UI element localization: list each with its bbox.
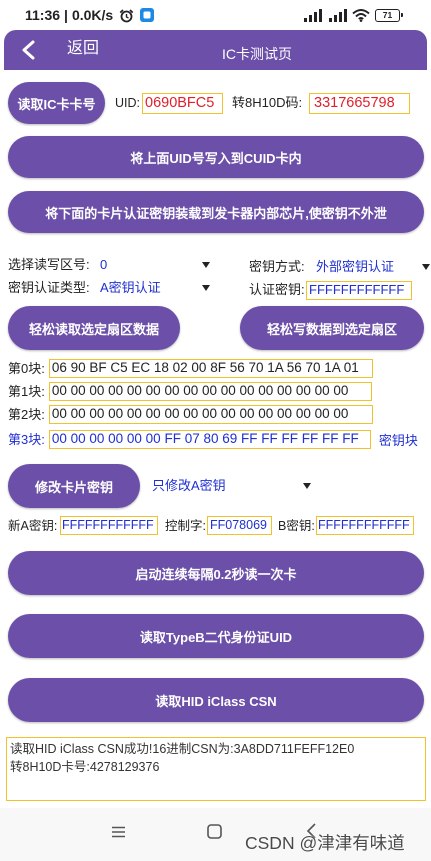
- page-title: IC卡测试页: [222, 46, 292, 62]
- status-right: 71: [302, 8, 403, 22]
- new-a-key-label: 新A密钥:: [8, 519, 58, 533]
- chevron-left-icon: [22, 40, 35, 60]
- key-change-mode-spinner[interactable]: 只修改A密钥: [150, 476, 315, 496]
- key-mode-label: 密钥方式:: [249, 259, 305, 274]
- back-label: 返回: [67, 40, 100, 57]
- sector-spinner[interactable]: 0: [98, 255, 213, 275]
- dropdown-arrow-icon: [202, 285, 210, 291]
- auth-key-label: 认证密钥:: [249, 282, 305, 297]
- key-block-note: 密钥块: [378, 433, 418, 448]
- write-cuid-button[interactable]: 将上面UID号写入到CUID卡内: [8, 136, 424, 178]
- sector-label: 选择读写区号:: [8, 257, 90, 272]
- block-label: 第1块:: [8, 383, 45, 399]
- b-key-label: B密钥:: [278, 519, 315, 533]
- h10d-field[interactable]: 3317665798: [309, 93, 410, 114]
- control-word-field[interactable]: FF078069: [207, 516, 272, 535]
- block-data-field[interactable]: 00 00 00 00 00 00 00 00 00 00 00 00 00 0…: [48, 382, 372, 401]
- dropdown-arrow-icon: [202, 262, 210, 268]
- signal-icon: [304, 8, 322, 22]
- block-data-field[interactable]: 00 00 00 00 00 00 00 00 00 00 00 00 00 0…: [48, 405, 373, 424]
- dropdown-arrow-icon: [422, 264, 430, 270]
- watermark: CSDN @津津有味道: [245, 833, 405, 853]
- result-log[interactable]: 读取HID iClass CSN成功!16进制CSN为:3A8DD711FEFF…: [6, 737, 426, 801]
- alarm-icon: [119, 8, 134, 22]
- block-row-0: 第0块: 06 90 BF C5 EC 18 02 00 8F 56 70 1A…: [8, 359, 373, 378]
- app-bar: 返回 IC卡测试页: [4, 30, 427, 70]
- auth-type-spinner[interactable]: A密钥认证: [98, 278, 213, 298]
- log-line: 转8H10D卡号:4278129376: [10, 760, 160, 774]
- auth-type-value: A密钥认证: [100, 280, 161, 295]
- read-hid-iclass-button[interactable]: 读取HID iClass CSN: [8, 678, 424, 722]
- dropdown-arrow-icon: [303, 483, 311, 489]
- home-icon[interactable]: [207, 824, 222, 839]
- key-mode-value: 外部密钥认证: [316, 259, 395, 274]
- key-change-mode-value: 只修改A密钥: [152, 478, 226, 493]
- log-line: 读取HID iClass CSN成功!16进制CSN为:3A8DD711FEFF…: [10, 742, 355, 756]
- sector-value: 0: [100, 257, 108, 272]
- read-typeb-id-button[interactable]: 读取TypeB二代身份证UID: [8, 614, 424, 658]
- menu-icon[interactable]: [111, 826, 126, 838]
- signal-icon: [329, 8, 347, 22]
- new-a-key-field[interactable]: FFFFFFFFFFFF: [60, 516, 158, 535]
- load-key-button[interactable]: 将下面的卡片认证密钥装载到发卡器内部芯片,使密钥不外泄: [8, 191, 424, 233]
- battery-icon: 71: [375, 8, 403, 22]
- read-sector-button[interactable]: 轻松读取选定扇区数据: [8, 306, 180, 350]
- clock: 11:36: [25, 7, 61, 23]
- auth-type-label: 密钥认证类型:: [8, 280, 90, 295]
- read-ic-card-button[interactable]: 读取IC卡卡号: [8, 82, 105, 124]
- block-data-field[interactable]: 00 00 00 00 00 00 FF 07 80 69 FF FF FF F…: [48, 430, 371, 449]
- block-label: 第2块:: [8, 406, 45, 422]
- uid-label: UID:: [115, 96, 140, 110]
- change-key-button[interactable]: 修改卡片密钥: [8, 464, 140, 508]
- uid-field[interactable]: 0690BFC5: [142, 93, 223, 114]
- b-key-field[interactable]: FFFFFFFFFFFF: [316, 516, 414, 535]
- block-row-1: 第1块: 00 00 00 00 00 00 00 00 00 00 00 00…: [8, 382, 372, 401]
- h10d-label: 转8H10D码:: [232, 95, 303, 110]
- status-left: 11:36 | 0.0K/s: [25, 6, 155, 24]
- block-row-3: 第3块: 00 00 00 00 00 00 FF 07 80 69 FF FF…: [8, 430, 418, 449]
- wifi-icon: [352, 9, 370, 22]
- status-separator: |: [64, 7, 68, 23]
- back-button[interactable]: 返回: [18, 30, 99, 70]
- block-label: 第3块:: [8, 431, 45, 447]
- network-speed: 0.0K/s: [71, 7, 114, 23]
- key-mode-spinner[interactable]: 外部密钥认证: [314, 257, 431, 277]
- control-word-label: 控制字:: [165, 519, 206, 533]
- status-bar: 11:36 | 0.0K/s 71: [0, 0, 431, 30]
- block-data-field[interactable]: 06 90 BF C5 EC 18 02 00 8F 56 70 1A 56 7…: [48, 359, 373, 378]
- continuous-read-button[interactable]: 启动连续每隔0.2秒读一次卡: [8, 551, 424, 595]
- write-sector-button[interactable]: 轻松写数据到选定扇区: [240, 306, 424, 350]
- block-row-2: 第2块: 00 00 00 00 00 00 00 00 00 00 00 00…: [8, 405, 373, 424]
- block-label: 第0块:: [8, 360, 45, 376]
- auth-key-field[interactable]: FFFFFFFFFFFF: [306, 281, 412, 300]
- app-icon: [140, 8, 155, 22]
